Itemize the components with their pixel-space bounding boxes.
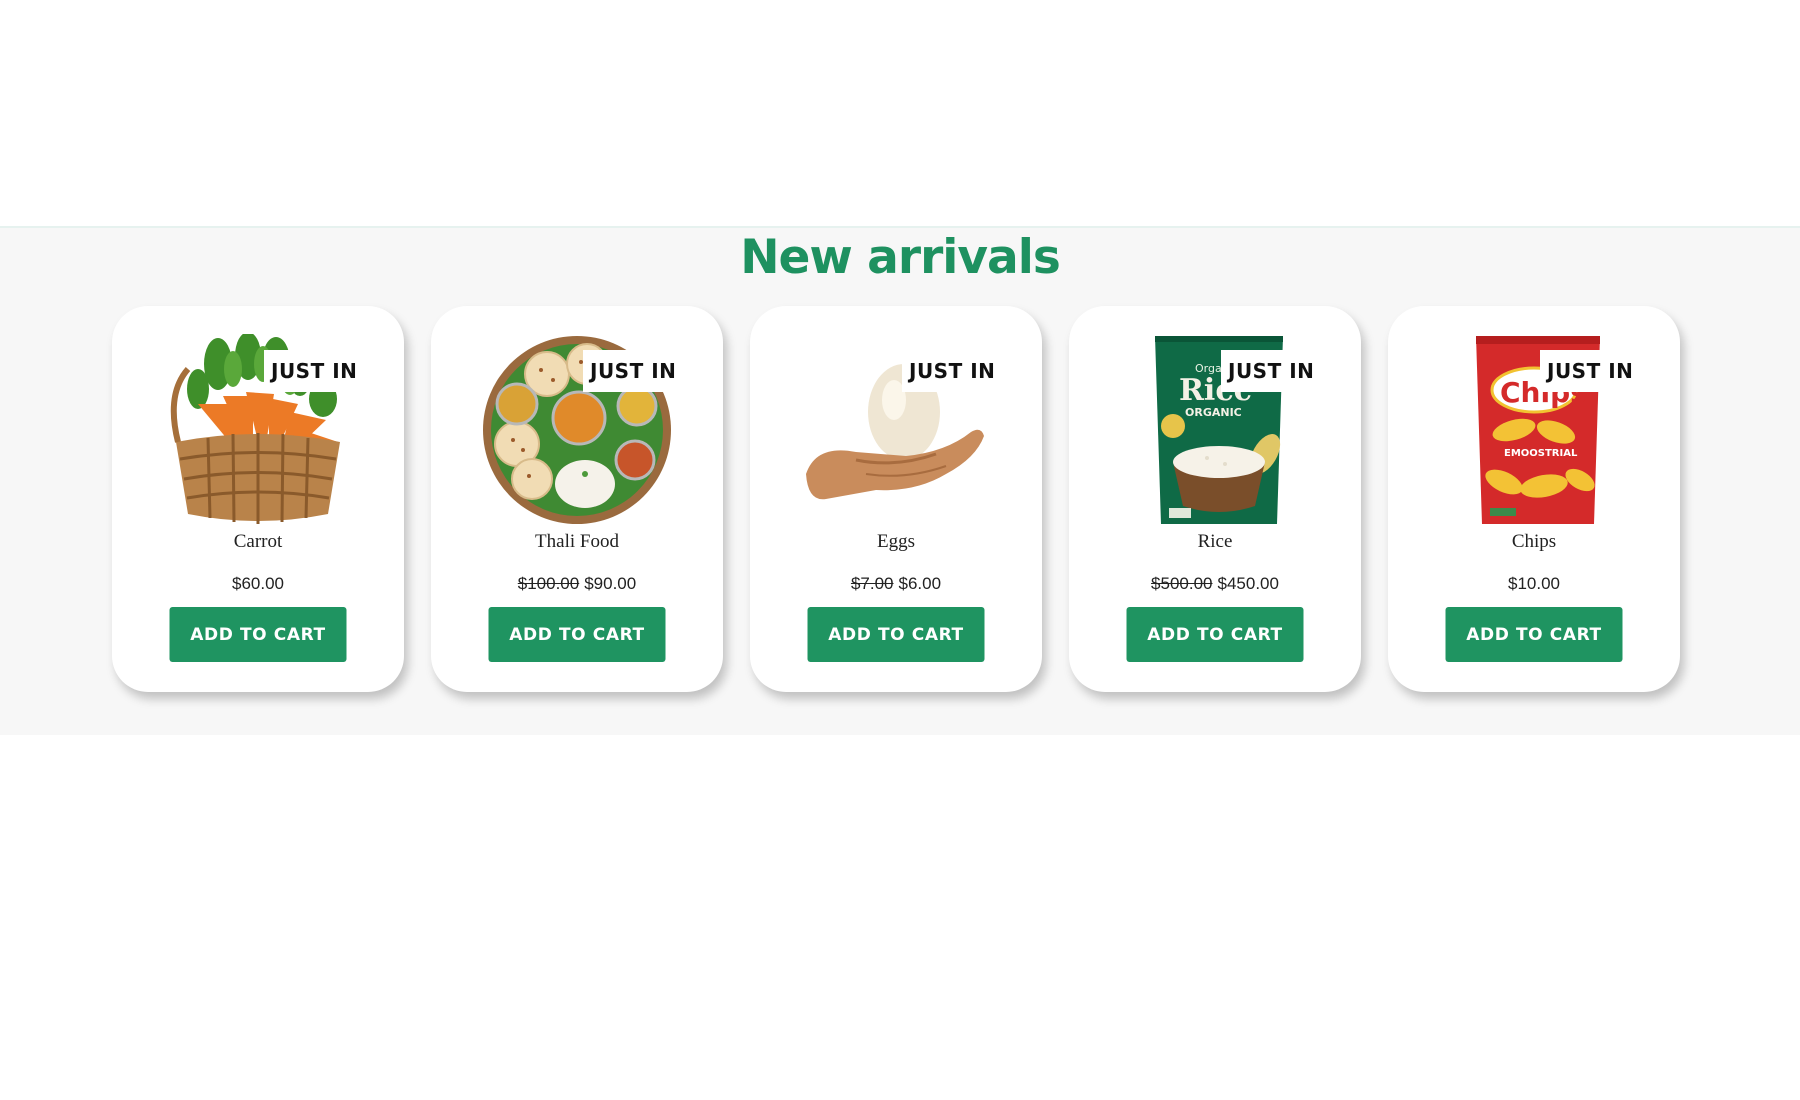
current-price: $6.00: [898, 574, 942, 593]
product-price: $60.00: [112, 574, 404, 594]
product-price: $100.00 $90.00: [431, 574, 723, 594]
product-name[interactable]: Eggs: [750, 531, 1042, 553]
original-price: $500.00: [1151, 574, 1213, 593]
rice-bag-text-label: ORGANIC: [1185, 406, 1242, 419]
product-name[interactable]: Chips: [1388, 531, 1680, 553]
product-card-rice: Organic Ricc ORGANIC JUST IN Rice $500.0…: [1069, 306, 1361, 692]
new-arrivals-section: New arrivals JUST IN Carrot $60.00 ADD T…: [0, 228, 1800, 735]
product-card-chips: Chips EMOOSTRIAL JUST IN Chips $10.00 AD…: [1388, 306, 1680, 692]
chips-bag-sub-text: EMOOSTRIAL: [1504, 448, 1578, 459]
header-spacer: [0, 0, 1800, 228]
product-card-eggs: JUST IN Eggs $7.00 $6.00 ADD TO CART: [750, 306, 1042, 692]
product-price: $10.00: [1388, 574, 1680, 594]
product-card-thali-food: JUST IN Thali Food $100.00 $90.00 ADD TO …: [431, 306, 723, 692]
product-name[interactable]: Rice: [1069, 531, 1361, 553]
current-price: $90.00: [584, 574, 637, 593]
just-in-badge: JUST IN: [902, 350, 1003, 392]
current-price: $60.00: [232, 574, 284, 593]
current-price: $450.00: [1217, 574, 1279, 593]
add-to-cart-button[interactable]: ADD TO CART: [169, 607, 347, 662]
product-list: JUST IN Carrot $60.00 ADD TO CART JUST I…: [112, 306, 1680, 692]
original-price: $100.00: [517, 574, 580, 593]
add-to-cart-button[interactable]: ADD TO CART: [1445, 607, 1623, 662]
product-price: $7.00 $6.00: [750, 574, 1042, 594]
just-in-badge: JUST IN: [583, 350, 684, 392]
original-price: $7.00: [850, 574, 894, 593]
product-card-carrot: JUST IN Carrot $60.00 ADD TO CART: [112, 306, 404, 692]
current-price: $10.00: [1508, 574, 1560, 593]
just-in-badge: JUST IN: [1221, 350, 1322, 392]
just-in-badge: JUST IN: [264, 350, 365, 392]
add-to-cart-button[interactable]: ADD TO CART: [807, 607, 985, 662]
section-title: New arrivals: [740, 230, 1061, 285]
product-price: $500.00 $450.00: [1069, 574, 1361, 594]
just-in-badge: JUST IN: [1540, 350, 1641, 392]
product-name[interactable]: Carrot: [112, 531, 404, 553]
add-to-cart-button[interactable]: ADD TO CART: [1126, 607, 1304, 662]
add-to-cart-button[interactable]: ADD TO CART: [488, 607, 666, 662]
product-name[interactable]: Thali Food: [431, 531, 723, 553]
